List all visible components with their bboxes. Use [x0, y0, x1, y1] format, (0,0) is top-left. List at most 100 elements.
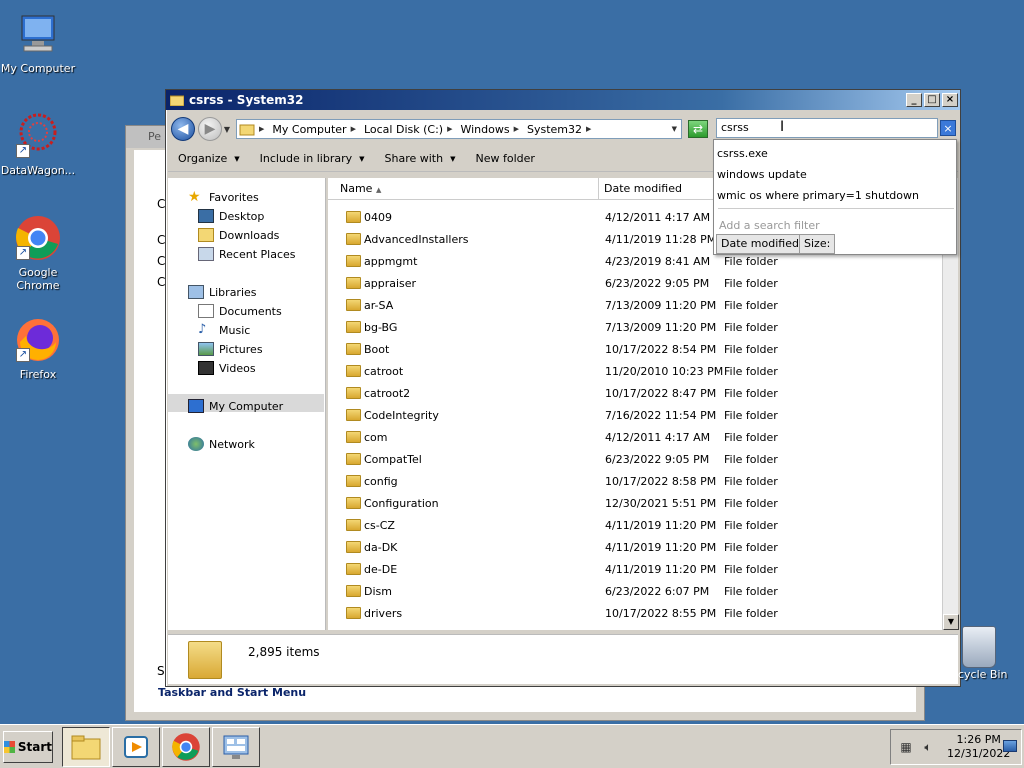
- start-label: Start: [17, 740, 52, 754]
- suggestion-item[interactable]: csrss.exe: [717, 147, 768, 160]
- refresh-button[interactable]: ⇄: [688, 120, 708, 138]
- taskbar-start-menu-link[interactable]: Taskbar and Start Menu: [158, 686, 306, 699]
- taskbar: Start ▦ 🔈︎ 1:26 PM 12/31/2022: [0, 724, 1024, 768]
- back-button[interactable]: ◀: [171, 117, 195, 141]
- title-bar[interactable]: csrss - System32 _ □ ×: [166, 90, 960, 110]
- nav-documents[interactable]: Documents: [198, 304, 282, 318]
- nav-music[interactable]: ♪ Music: [198, 323, 250, 337]
- table-row[interactable]: ar-SA 7/13/2009 11:20 PM File folder: [328, 295, 940, 317]
- desktop-icon-my-computer[interactable]: My Computer: [0, 10, 78, 75]
- start-button[interactable]: Start: [3, 731, 53, 763]
- table-row[interactable]: drivers 10/17/2022 8:55 PM File folder: [328, 603, 940, 625]
- table-row[interactable]: cs-CZ 4/11/2019 11:20 PM File folder: [328, 515, 940, 537]
- nav-network[interactable]: Network: [188, 437, 255, 451]
- file-type: File folder: [724, 585, 778, 598]
- desktop-icon-datawagon[interactable]: ↗ DataWagon...: [0, 112, 78, 177]
- share-with-button[interactable]: Share with ▼: [375, 152, 466, 165]
- table-row[interactable]: Boot 10/17/2022 8:54 PM File folder: [328, 339, 940, 361]
- nav-pictures[interactable]: Pictures: [198, 342, 263, 356]
- desktop-icon-google-chrome[interactable]: ↗ Google Chrome: [0, 214, 78, 292]
- videos-icon: [198, 361, 214, 375]
- media-player-icon: [124, 736, 148, 758]
- table-row[interactable]: de-DE 4/11/2019 11:20 PM File folder: [328, 559, 940, 581]
- nav-downloads[interactable]: Downloads: [198, 228, 279, 242]
- suggestion-item[interactable]: wmic os where primary=1 shutdown: [717, 189, 919, 202]
- file-type: File folder: [724, 475, 778, 488]
- file-type: File folder: [724, 431, 778, 444]
- taskbar-control-panel[interactable]: [212, 727, 260, 767]
- breadcrumb-windows[interactable]: Windows ▶: [456, 123, 523, 136]
- taskbar-media-player[interactable]: [112, 727, 160, 767]
- shortcut-arrow-icon: ↗: [16, 348, 30, 362]
- forward-button[interactable]: ▶: [198, 117, 222, 141]
- desktop-icon-firefox[interactable]: ↗ Firefox: [0, 316, 78, 381]
- search-clear-button[interactable]: ×: [940, 120, 956, 136]
- file-type: File folder: [724, 365, 778, 378]
- maximize-button[interactable]: □: [924, 93, 940, 107]
- volume-icon[interactable]: 🔈︎: [921, 740, 935, 754]
- table-row[interactable]: catroot2 10/17/2022 8:47 PM File folder: [328, 383, 940, 405]
- table-row[interactable]: com 4/12/2011 4:17 AM File folder: [328, 427, 940, 449]
- file-name: bg-BG: [364, 321, 398, 334]
- table-row[interactable]: appraiser 6/23/2022 9:05 PM File folder: [328, 273, 940, 295]
- table-row[interactable]: config 10/17/2022 8:58 PM File folder: [328, 471, 940, 493]
- file-type: File folder: [724, 519, 778, 532]
- nav-favorites[interactable]: ★ Favorites: [188, 190, 259, 204]
- file-date-modified: 11/20/2010 10:23 PM: [605, 365, 724, 378]
- include-in-library-button[interactable]: Include in library ▼: [250, 152, 375, 165]
- taskbar-explorer[interactable]: [62, 727, 110, 767]
- filter-size-button[interactable]: Size:: [799, 234, 836, 254]
- close-button[interactable]: ×: [942, 93, 958, 107]
- show-desktop-button[interactable]: [1003, 740, 1017, 752]
- column-header-date-modified[interactable]: Date modified: [599, 178, 719, 200]
- file-name: AdvancedInstallers: [364, 233, 469, 246]
- folder-icon: [346, 563, 361, 575]
- desktop-icon-recycle-bin[interactable]: cycle Bin: [958, 626, 1008, 681]
- nav-desktop[interactable]: Desktop: [198, 209, 264, 223]
- folder-icon: [170, 95, 184, 106]
- new-folder-button[interactable]: New folder: [465, 152, 544, 165]
- organize-button[interactable]: Organize ▼: [168, 152, 250, 165]
- desktop-icon-label: cycle Bin: [958, 668, 1008, 681]
- file-name: da-DK: [364, 541, 398, 554]
- breadcrumb-my-computer[interactable]: My Computer ▶: [268, 123, 360, 136]
- folder-icon: [188, 641, 222, 679]
- folder-icon: [346, 211, 361, 223]
- filter-date-modified-button[interactable]: Date modified:: [716, 234, 808, 254]
- breadcrumb-local-disk[interactable]: Local Disk (C:) ▶: [360, 123, 457, 136]
- nav-my-computer[interactable]: My Computer: [188, 399, 283, 413]
- minimize-button[interactable]: _: [906, 93, 922, 107]
- file-name: com: [364, 431, 388, 444]
- file-date-modified: 4/23/2019 8:41 AM: [605, 255, 711, 268]
- recent-pages-dropdown[interactable]: ▼: [222, 125, 232, 134]
- suggestion-item[interactable]: windows update: [717, 168, 807, 181]
- downloads-icon: [198, 228, 214, 242]
- table-row[interactable]: Dism 6/23/2022 6:07 PM File folder: [328, 581, 940, 603]
- table-row[interactable]: CompatTel 6/23/2022 9:05 PM File folder: [328, 449, 940, 471]
- desktop-icon-label: Google Chrome: [16, 266, 60, 292]
- file-type: File folder: [724, 607, 778, 620]
- table-row[interactable]: catroot 11/20/2010 10:23 PM File folder: [328, 361, 940, 383]
- breadcrumb-system32[interactable]: System32 ▶: [523, 123, 595, 136]
- file-name: ar-SA: [364, 299, 394, 312]
- address-dropdown[interactable]: ▼: [668, 125, 681, 133]
- datawagon-icon: ↗: [14, 112, 62, 160]
- taskbar-chrome[interactable]: [162, 727, 210, 767]
- column-header-name[interactable]: Name ▲: [328, 178, 599, 200]
- table-row[interactable]: da-DK 4/11/2019 11:20 PM File folder: [328, 537, 940, 559]
- nav-libraries[interactable]: Libraries: [188, 285, 257, 299]
- scroll-down-button[interactable]: ▼: [943, 614, 959, 630]
- nav-videos[interactable]: Videos: [198, 361, 256, 375]
- table-row[interactable]: bg-BG 7/13/2009 11:20 PM File folder: [328, 317, 940, 339]
- search-input[interactable]: csrss: [716, 118, 938, 138]
- table-row[interactable]: CodeIntegrity 7/16/2022 11:54 PM File fold…: [328, 405, 940, 427]
- folder-icon: [346, 607, 361, 619]
- table-row[interactable]: Configuration 12/30/2021 5:51 PM File fold…: [328, 493, 940, 515]
- file-type: File folder: [724, 299, 778, 312]
- libraries-icon: [188, 285, 204, 299]
- network-tray-icon[interactable]: ▦: [899, 740, 913, 754]
- clock[interactable]: 1:26 PM 12/31/2022: [947, 733, 1010, 761]
- address-bar[interactable]: ▶ My Computer ▶ Local Disk (C:) ▶ Windows ▶…: [236, 119, 682, 139]
- file-date-modified: 4/11/2019 11:20 PM: [605, 541, 717, 554]
- nav-recent-places[interactable]: Recent Places: [198, 247, 296, 261]
